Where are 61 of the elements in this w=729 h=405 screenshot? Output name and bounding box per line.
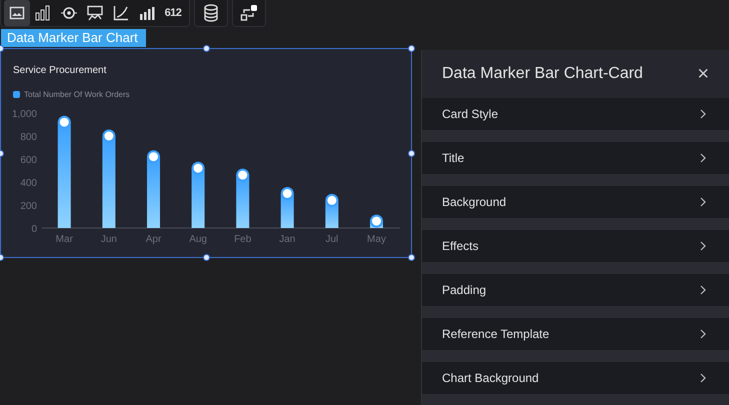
x-axis-label: Apr	[146, 234, 162, 245]
section-row[interactable]: Padding	[422, 274, 729, 306]
image-icon	[9, 5, 25, 21]
database-icon	[203, 4, 219, 22]
chevron-right-icon	[699, 197, 707, 207]
x-axis-label: Mar	[56, 234, 73, 245]
resize-handle[interactable]	[408, 150, 415, 157]
x-axis-label: Feb	[234, 234, 252, 245]
chart-card[interactable]: Service Procurement Total Number Of Work Orders 0 200 400 600 800 1,000 Mar Jun Apr Aug Feb Jan Jul May	[0, 48, 412, 258]
section-row[interactable]: Effects	[422, 230, 729, 262]
section-row[interactable]: Card Style	[422, 98, 729, 130]
x-axis-label: Jul	[326, 234, 338, 245]
resize-handle[interactable]	[203, 254, 210, 261]
x-axis-label: Aug	[189, 234, 207, 245]
y-axis-label: 0	[31, 224, 37, 235]
chevron-right-icon	[699, 241, 707, 251]
data-marker	[192, 162, 205, 175]
image-widget-button[interactable]	[4, 0, 30, 26]
section-row[interactable]: Reference Template	[422, 318, 729, 350]
resize-handle[interactable]	[408, 254, 415, 261]
x-axis-label: Jan	[279, 234, 296, 245]
data-marker	[280, 187, 294, 200]
chevron-right-icon	[699, 329, 707, 339]
data-marker	[58, 116, 71, 129]
flow-icon	[240, 4, 258, 22]
resize-handle[interactable]	[203, 45, 210, 52]
bar-chart-icon	[35, 5, 51, 21]
number-widget-button[interactable]: 612	[160, 0, 186, 26]
data-marker	[236, 168, 250, 182]
panel-title: Data Marker Bar Chart-Card	[442, 65, 643, 83]
y-axis-label: 400	[20, 178, 37, 189]
y-axis-label: 800	[20, 132, 37, 143]
data-marker	[147, 150, 160, 164]
bar-chart-icon	[139, 5, 155, 21]
legend-label: Total Number Of Work Orders	[24, 90, 130, 99]
y-axis-label: 200	[20, 201, 37, 212]
data-marker	[370, 214, 383, 228]
resize-handle[interactable]	[408, 45, 415, 52]
legend-swatch	[13, 91, 20, 98]
curve-chart-icon	[113, 5, 129, 21]
chevron-right-icon	[699, 153, 707, 163]
x-axis-label: May	[367, 234, 386, 245]
chevron-right-icon	[699, 109, 707, 119]
x-axis-label: Jun	[100, 234, 117, 245]
section-row[interactable]: Background	[422, 186, 729, 218]
data-marker	[102, 130, 116, 142]
section-row[interactable]: Chart Background	[422, 362, 729, 394]
component-label: Data Marker Bar Chart	[1, 29, 146, 47]
bar	[236, 175, 250, 228]
chevron-right-icon	[699, 285, 707, 295]
target-icon	[61, 5, 77, 21]
screen-icon	[87, 5, 103, 21]
bar	[192, 168, 205, 228]
chevron-right-icon	[699, 373, 707, 383]
y-axis-label: 600	[20, 155, 37, 166]
section-row[interactable]: Title	[422, 142, 729, 174]
y-axis-label: 1,000	[12, 109, 37, 120]
data-marker	[325, 194, 338, 207]
close-button[interactable]: ×	[697, 62, 709, 86]
chart-title: Service Procurement	[12, 64, 108, 76]
bar	[147, 156, 160, 228]
